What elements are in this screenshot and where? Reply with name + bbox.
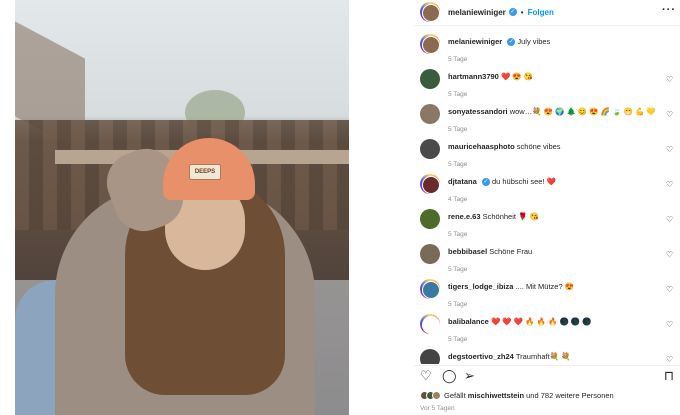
comment-body: ❤️ 😍 😘: [500, 72, 534, 81]
beanie-patch: DEEPS: [189, 164, 221, 180]
actions-divider: [414, 365, 680, 366]
comment-username[interactable]: tigers_lodge_ibiza: [448, 282, 513, 291]
comment-username[interactable]: sonyatessandori: [448, 107, 508, 116]
comment-text: degstoertivo_zh24 Traumhaft💐 💐: [448, 352, 570, 361]
comment-body: schöne vibes: [516, 142, 561, 151]
liker-avatar: [432, 391, 441, 400]
author-avatar[interactable]: [420, 2, 440, 22]
comment-avatar[interactable]: [420, 69, 440, 89]
comment-time: 5 Tage: [448, 161, 468, 168]
comment-avatar[interactable]: [420, 104, 440, 124]
header-divider: [414, 25, 680, 26]
comment-like-heart-icon[interactable]: ♡: [666, 145, 674, 154]
caption-username[interactable]: melaniewiniger: [448, 37, 502, 46]
comment-body: du hübschi see! ❤️: [491, 177, 556, 186]
comment-text: sonyatessandori wow…💐 😍 🌍 🌲 😊 😍 🌈 🍃 😁 💪 …: [448, 107, 656, 116]
comment-text: djtatana ✓ du hübschi see! ❤️: [448, 177, 556, 187]
comment-time: 5 Tage: [448, 266, 468, 273]
comment-like-heart-icon[interactable]: ♡: [666, 75, 674, 84]
caption-body: July vibes: [517, 37, 551, 46]
comment-body: .... Mit Mütze? 😍: [515, 282, 575, 291]
caption-text: melaniewiniger ✓ July vibes: [448, 37, 551, 47]
instagram-post-view: DEEPS melaniewiniger ✓ • Folgen ··· mela…: [0, 0, 680, 415]
comment-time: 5 Tage: [448, 126, 468, 133]
comment-avatar[interactable]: [420, 139, 440, 159]
comment-like-heart-icon[interactable]: ♡: [666, 355, 674, 364]
comment-text: hartmann3790 ❤️ 😍 😘: [448, 72, 533, 81]
comments-list[interactable]: melaniewiniger ✓ July vibes 5 Tage hartm…: [414, 28, 680, 364]
likes-prefix: Gefällt: [444, 391, 466, 400]
bookmark-icon[interactable]: ⊓: [664, 368, 674, 384]
likes-summary[interactable]: Gefällt mischiwettstein und 782 weitere …: [420, 391, 614, 400]
comment-like-heart-icon[interactable]: ♡: [666, 250, 674, 259]
comment-avatar[interactable]: [420, 244, 440, 264]
comment-body: ❤️ ❤️ ❤️ 🔥 🔥 🔥 🌑 🌑 🌑: [490, 317, 592, 326]
posted-time: Vor 5 Tagen: [420, 405, 455, 412]
comment-time: 5 Tage: [448, 231, 468, 238]
comment-avatar[interactable]: [420, 349, 440, 364]
likes-text: Gefällt mischiwettstein und 782 weitere …: [444, 391, 614, 400]
author-username[interactable]: melaniewiniger: [448, 8, 506, 17]
follow-button[interactable]: Folgen: [528, 8, 554, 17]
comment-time: 5 Tage: [448, 91, 468, 98]
likes-user[interactable]: mischiwettstein: [468, 391, 524, 400]
comment-time: 5 Tage: [448, 336, 468, 343]
verified-badge-icon: ✓: [508, 8, 517, 16]
heart-icon[interactable]: ♡: [420, 368, 432, 384]
comment-body: Traumhaft💐 💐: [515, 352, 571, 361]
comment-avatar[interactable]: [420, 279, 440, 299]
comment-like-heart-icon[interactable]: ♡: [666, 285, 674, 294]
comment-icon[interactable]: ◯: [442, 368, 457, 384]
comment-avatar[interactable]: [420, 174, 440, 194]
post-header: melaniewiniger ✓ • Folgen ···: [414, 0, 680, 24]
post-side-panel: melaniewiniger ✓ • Folgen ··· melaniewin…: [414, 0, 680, 415]
comment-like-heart-icon[interactable]: ♡: [666, 215, 674, 224]
verified-badge-icon: ✓: [481, 178, 490, 187]
comment-text: tigers_lodge_ibiza .... Mit Mütze? 😍: [448, 282, 574, 291]
comment-username[interactable]: djtatana: [448, 177, 477, 186]
comment-username[interactable]: degstoertivo_zh24: [448, 352, 514, 361]
comment-username[interactable]: hartmann3790: [448, 72, 499, 81]
comment-text: mauricehaasphoto schöne vibes: [448, 142, 561, 151]
post-photo[interactable]: DEEPS: [15, 0, 349, 415]
likes-suffix: und 782 weitere Personen: [526, 391, 614, 400]
verified-badge-icon: ✓: [507, 38, 516, 47]
comment-body: Schönheit 🌹 😘: [482, 212, 539, 221]
comment-username[interactable]: mauricehaasphoto: [448, 142, 515, 151]
comment-username[interactable]: rene.e.63: [448, 212, 481, 221]
caption-avatar[interactable]: [420, 34, 440, 54]
comment-avatar[interactable]: [420, 209, 440, 229]
caption-time: 5 Tage: [448, 56, 468, 63]
comment-time: 4 Tage: [448, 196, 468, 203]
share-icon[interactable]: ➢: [464, 368, 475, 384]
comment-time: 5 Tage: [448, 301, 468, 308]
more-options-icon[interactable]: ···: [662, 4, 676, 16]
comment-like-heart-icon[interactable]: ♡: [666, 320, 674, 329]
comment-avatar[interactable]: [420, 314, 440, 334]
comment-body: Schöne Frau: [489, 247, 533, 256]
action-bar: ♡ ◯ ➢ ⊓: [420, 368, 680, 386]
comment-username[interactable]: balibalance: [448, 317, 489, 326]
comment-username[interactable]: bebbibasel: [448, 247, 487, 256]
separator-dot: •: [520, 7, 524, 17]
comment-body: wow…💐 😍 🌍 🌲 😊 😍 🌈 🍃 😁 💪 💛: [509, 107, 656, 116]
comment-like-heart-icon[interactable]: ♡: [666, 110, 674, 119]
comment-text: balibalance ❤️ ❤️ ❤️ 🔥 🔥 🔥 🌑 🌑 🌑: [448, 317, 592, 326]
comment-like-heart-icon[interactable]: ♡: [666, 180, 674, 189]
comment-text: bebbibasel Schöne Frau: [448, 247, 532, 256]
comment-text: rene.e.63 Schönheit 🌹 😘: [448, 212, 539, 221]
